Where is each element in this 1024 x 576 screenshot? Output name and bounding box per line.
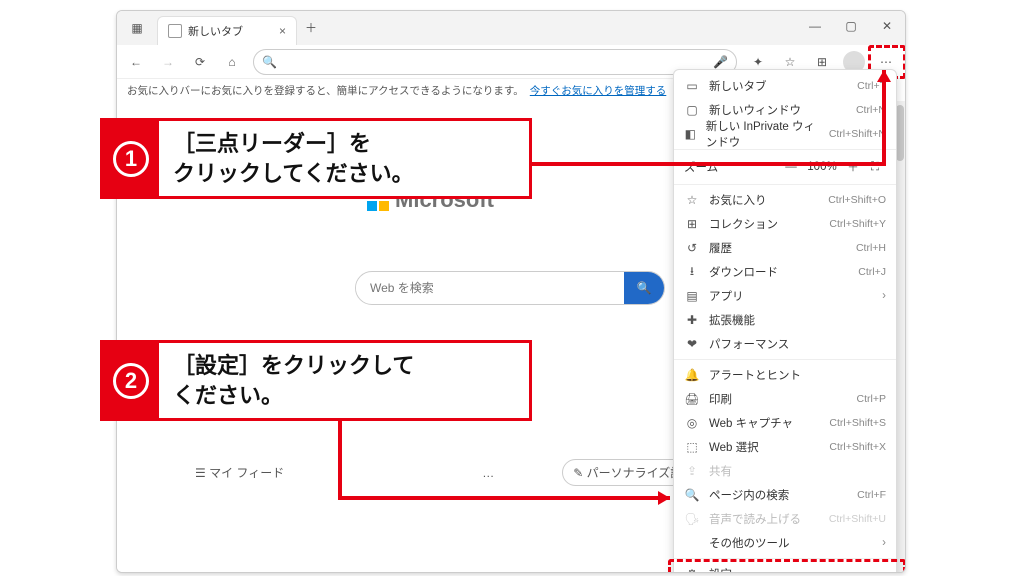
window-controls: — ▢ ✕: [797, 11, 905, 41]
find-icon: 🔍: [684, 488, 700, 502]
callout-1-badge: 1: [103, 121, 159, 196]
print-icon: 🖨: [684, 392, 700, 406]
extensions-icon: ✚: [684, 313, 700, 327]
maximize-button[interactable]: ▢: [833, 11, 869, 41]
menu-downloads[interactable]: ⭳ダウンロードCtrl+J: [674, 260, 896, 284]
gear-icon: ⚙: [684, 567, 700, 573]
menu-performance[interactable]: ❤パフォーマンス: [674, 332, 896, 356]
performance-icon: ❤: [684, 337, 700, 351]
menu-more-tools[interactable]: その他のツール›: [674, 531, 896, 555]
menu-share: ⇪共有: [674, 459, 896, 483]
favorites-hint-text: お気に入りバーにお気に入りを登録すると、簡単にアクセスできるようになります。: [127, 83, 524, 98]
menu-web-capture[interactable]: ◎Web キャプチャCtrl+Shift+S: [674, 411, 896, 435]
select-icon: ⬚: [684, 440, 700, 454]
search-icon: 🔍: [262, 55, 277, 69]
web-search-input[interactable]: [356, 281, 624, 295]
menu-favorites[interactable]: ☆お気に入りCtrl+Shift+O: [674, 188, 896, 212]
my-feed-label[interactable]: ☰ マイ フィード: [195, 464, 284, 481]
callout-2-badge: 2: [103, 343, 159, 418]
arrow-1: [532, 64, 902, 174]
forward-button[interactable]: →: [153, 48, 183, 76]
menu-read-aloud: 🗣音声で読み上げるCtrl+Shift+U: [674, 507, 896, 531]
bell-icon: 🔔: [684, 368, 700, 382]
capture-icon: ◎: [684, 416, 700, 430]
tab-actions-button[interactable]: ▦: [117, 11, 157, 45]
share-icon: ⇪: [684, 464, 700, 478]
callout-2-text: ［設定］をクリックして ください。: [159, 343, 529, 418]
menu-settings[interactable]: ⚙設定: [674, 562, 896, 573]
menu-extensions[interactable]: ✚拡張機能: [674, 308, 896, 332]
arrow-2: [340, 420, 680, 510]
menu-separator: [674, 558, 896, 559]
tab-favicon: [168, 24, 182, 38]
window-close-button[interactable]: ✕: [869, 11, 905, 41]
chevron-right-icon: ›: [882, 537, 886, 549]
titlebar: ▦ 新しいタブ × ＋ — ▢ ✕: [117, 11, 905, 45]
menu-alerts[interactable]: 🔔アラートとヒント: [674, 363, 896, 387]
refresh-button[interactable]: ⟳: [185, 48, 215, 76]
menu-web-select[interactable]: ⬚Web 選択Ctrl+Shift+X: [674, 435, 896, 459]
apps-icon: ▤: [684, 289, 700, 303]
home-button[interactable]: ⌂: [217, 48, 247, 76]
menu-print[interactable]: 🖨印刷Ctrl+P: [674, 387, 896, 411]
menu-find[interactable]: 🔍ページ内の検索Ctrl+F: [674, 483, 896, 507]
callout-1-text: ［三点リーダー］を クリックしてください。: [159, 121, 529, 196]
new-tab-button[interactable]: ＋: [297, 11, 325, 36]
menu-history[interactable]: ↺履歴Ctrl+H: [674, 236, 896, 260]
web-search-box[interactable]: 🔍: [355, 271, 665, 305]
minimize-button[interactable]: —: [797, 11, 833, 41]
readaloud-icon: 🗣: [684, 512, 700, 526]
menu-collections[interactable]: ⊞コレクションCtrl+Shift+Y: [674, 212, 896, 236]
menu-separator: [674, 359, 896, 360]
callout-2: 2 ［設定］をクリックして ください。: [100, 340, 532, 421]
star-icon: ☆: [684, 193, 700, 207]
history-icon: ↺: [684, 241, 700, 255]
download-icon: ⭳: [684, 262, 700, 283]
callout-1: 1 ［三点リーダー］を クリックしてください。: [100, 118, 532, 199]
chevron-right-icon: ›: [882, 290, 886, 302]
tab-close-icon[interactable]: ×: [279, 24, 286, 38]
tab-title: 新しいタブ: [188, 23, 243, 39]
collections-icon: ⊞: [684, 217, 700, 231]
menu-separator: [674, 184, 896, 185]
menu-apps[interactable]: ▤アプリ›: [674, 284, 896, 308]
back-button[interactable]: ←: [121, 48, 151, 76]
tab-newtab[interactable]: 新しいタブ ×: [157, 16, 297, 45]
web-search-submit[interactable]: 🔍: [624, 272, 664, 304]
